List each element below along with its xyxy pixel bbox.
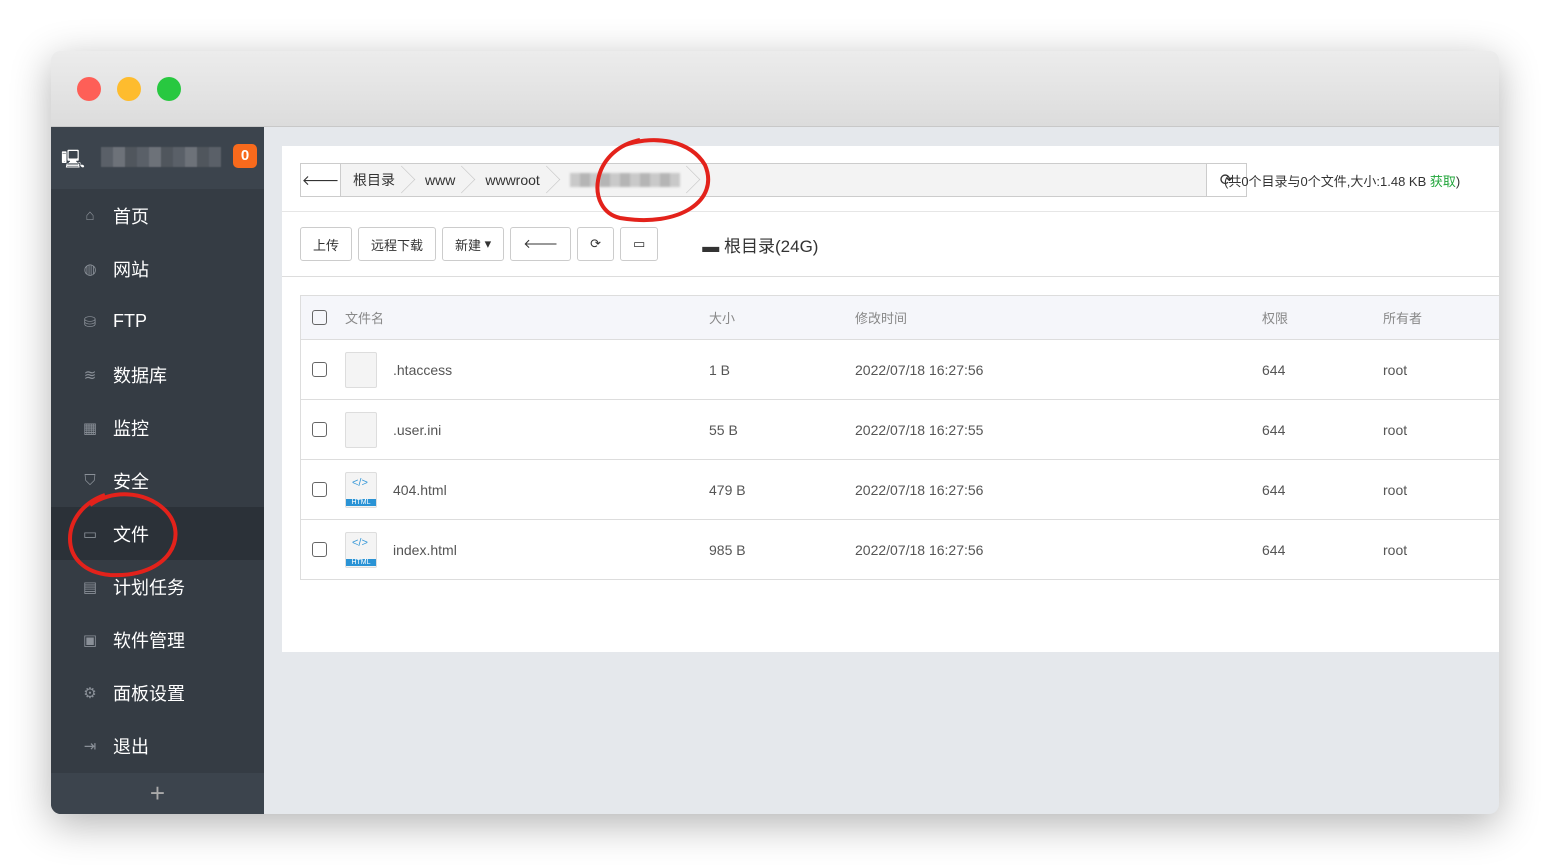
apps-icon: ▣ bbox=[82, 631, 98, 649]
terminal-icon[interactable]: ▭ bbox=[619, 227, 659, 261]
file-owner: root bbox=[1383, 481, 1408, 498]
file-mtime: 2022/07/18 16:27:56 bbox=[855, 541, 984, 558]
minimize-button[interactable] bbox=[117, 77, 141, 101]
file-permission[interactable]: 644 bbox=[1262, 362, 1383, 378]
table-header: 文件名 大小 修改时间 权限 所有者 bbox=[301, 296, 1499, 339]
hdd-icon: ▬ bbox=[702, 236, 720, 256]
add-button[interactable]: + bbox=[51, 773, 264, 814]
home-icon: ⌂ bbox=[85, 207, 95, 224]
globe-icon: ◍ bbox=[83, 260, 97, 278]
sidebar-item-1[interactable]: ◍ 网站 bbox=[51, 242, 264, 295]
file-owner: root bbox=[1383, 421, 1408, 438]
sidebar-item-label: 安全 bbox=[113, 471, 149, 492]
disk-root[interactable]: ▬ 根目录(24G) bbox=[702, 232, 818, 257]
crumb-redacted[interactable] bbox=[558, 164, 698, 196]
back-arrow-icon[interactable]: 🡐 bbox=[510, 227, 572, 261]
table-row[interactable]: .htaccess 1 B 2022/07/18 16:27:56 644 ro… bbox=[301, 339, 1499, 399]
sidebar-item-label: 网站 bbox=[113, 259, 149, 280]
server-name-redacted bbox=[101, 147, 221, 167]
monitor-icon: ▦ bbox=[82, 419, 98, 437]
sidebar-item-label: 退出 bbox=[113, 736, 149, 757]
file-size: 479 B bbox=[709, 481, 746, 498]
sidebar-item-label: 软件管理 bbox=[113, 630, 185, 651]
sidebar-item-label: 监控 bbox=[113, 418, 149, 439]
monitor-icon: 🖳 bbox=[61, 149, 86, 169]
file-permission[interactable]: 644 bbox=[1262, 422, 1383, 438]
crumb-wwwroot[interactable]: wwwroot bbox=[473, 164, 557, 196]
sidebar-item-0[interactable]: ⌂ 首页 bbox=[51, 189, 264, 242]
toolbar: 上传 远程下载 新建 ▾ 🡐 ⟳ ▭ ▬ 根目录(24G) bbox=[300, 227, 818, 261]
file-permission[interactable]: 644 bbox=[1262, 482, 1383, 498]
close-button[interactable] bbox=[77, 77, 101, 101]
file-mtime: 2022/07/18 16:27:56 bbox=[855, 481, 984, 498]
new-dropdown-button[interactable]: 新建 ▾ bbox=[442, 227, 505, 261]
select-all-checkbox[interactable] bbox=[312, 310, 327, 325]
file-name[interactable]: index.html bbox=[393, 542, 457, 558]
html-file-icon: </> HTML bbox=[345, 531, 377, 568]
row-checkbox[interactable] bbox=[312, 542, 327, 557]
file-manager-panel: 🡐 根目录 www wwwroot ⟳ (共0个目录与0个文件,大小:1.48 … bbox=[282, 146, 1499, 652]
file-icon bbox=[345, 411, 377, 448]
file-name[interactable]: .htaccess bbox=[393, 362, 452, 378]
sidebar-item-label: 首页 bbox=[113, 206, 149, 227]
sidebar-item-9[interactable]: ⚙ 面板设置 bbox=[51, 666, 264, 719]
dir-info: (共0个目录与0个文件,大小:1.48 KB 获取) bbox=[1224, 174, 1461, 189]
file-size: 985 B bbox=[709, 541, 746, 558]
app-window: 🖳 0 ⌂ 首页 ◍ 网站 ⛁ FTP ≋ 数据库 ▦ 监控 ⛉ 安全 ▭ 文件 ▤ 计划任务 ▣ 软件管理 ⚙ 面板… bbox=[51, 51, 1499, 814]
file-owner: root bbox=[1383, 541, 1408, 558]
sidebar-item-4[interactable]: ▦ 监控 bbox=[51, 401, 264, 454]
html-file-icon: </> HTML bbox=[345, 471, 377, 508]
sidebar-item-label: 面板设置 bbox=[113, 683, 185, 704]
calendar-icon: ▤ bbox=[82, 578, 98, 596]
get-size-link[interactable]: 获取 bbox=[1430, 174, 1456, 189]
file-name[interactable]: .user.ini bbox=[393, 422, 441, 438]
sidebar-item-10[interactable]: ⇥ 退出 bbox=[51, 719, 264, 772]
server-header: 🖳 0 bbox=[51, 127, 264, 189]
path-bar[interactable]: 🡐 根目录 www wwwroot ⟳ bbox=[300, 163, 1247, 197]
logout-icon: ⇥ bbox=[83, 737, 97, 755]
sidebar-item-2[interactable]: ⛁ FTP bbox=[51, 295, 264, 348]
crumb-www[interactable]: www bbox=[413, 164, 473, 196]
gear-icon: ⚙ bbox=[83, 684, 97, 702]
table-row[interactable]: </> HTML 404.html 479 B 2022/07/18 16:27:5… bbox=[301, 459, 1499, 519]
maximize-button[interactable] bbox=[157, 77, 181, 101]
row-checkbox[interactable] bbox=[312, 362, 327, 377]
folder-icon: ▭ bbox=[82, 525, 98, 543]
file-size: 55 B bbox=[709, 421, 738, 438]
file-owner: root bbox=[1383, 361, 1408, 378]
sidebar-item-label: 数据库 bbox=[113, 365, 167, 386]
row-checkbox[interactable] bbox=[312, 422, 327, 437]
file-icon bbox=[345, 351, 377, 388]
crumb-root[interactable]: 根目录 bbox=[341, 164, 413, 196]
back-arrow-icon[interactable]: 🡐 bbox=[301, 164, 341, 196]
file-mtime: 2022/07/18 16:27:55 bbox=[855, 421, 984, 438]
ftp-icon: ⛁ bbox=[83, 313, 97, 331]
sidebar-item-5[interactable]: ⛉ 安全 bbox=[51, 454, 264, 507]
table-row[interactable]: .user.ini 55 B 2022/07/18 16:27:55 644 r… bbox=[301, 399, 1499, 459]
sidebar-item-label: FTP bbox=[113, 311, 147, 331]
sidebar-item-7[interactable]: ▤ 计划任务 bbox=[51, 560, 264, 613]
sidebar-menu: ⌂ 首页 ◍ 网站 ⛁ FTP ≋ 数据库 ▦ 监控 ⛉ 安全 ▭ 文件 ▤ 计划任务 ▣ 软件管理 ⚙ 面板设置 ⇥ 退… bbox=[51, 189, 264, 772]
table-row[interactable]: </> HTML index.html 985 B 2022/07/18 16:27… bbox=[301, 519, 1499, 579]
notification-badge[interactable]: 0 bbox=[233, 144, 257, 168]
file-name[interactable]: 404.html bbox=[393, 482, 447, 498]
sidebar-item-label: 计划任务 bbox=[113, 577, 185, 598]
sidebar: 🖳 0 ⌂ 首页 ◍ 网站 ⛁ FTP ≋ 数据库 ▦ 监控 ⛉ 安全 ▭ 文件 ▤ 计划任务 ▣ 软件管理 ⚙ 面板… bbox=[51, 127, 264, 814]
file-permission[interactable]: 644 bbox=[1262, 542, 1383, 558]
refresh-icon[interactable]: ⟳ bbox=[577, 227, 614, 261]
remote-download-button[interactable]: 远程下载 bbox=[358, 227, 437, 261]
file-size: 1 B bbox=[709, 361, 731, 378]
sidebar-item-6[interactable]: ▭ 文件 bbox=[51, 507, 264, 560]
sidebar-item-3[interactable]: ≋ 数据库 bbox=[51, 348, 264, 401]
file-mtime: 2022/07/18 16:27:56 bbox=[855, 361, 984, 378]
sidebar-item-8[interactable]: ▣ 软件管理 bbox=[51, 613, 264, 666]
upload-button[interactable]: 上传 bbox=[300, 227, 353, 261]
file-table: 文件名 大小 修改时间 权限 所有者 .htaccess 1 B 2022/07… bbox=[300, 295, 1499, 580]
row-checkbox[interactable] bbox=[312, 482, 327, 497]
database-icon: ≋ bbox=[83, 366, 97, 384]
sidebar-item-label: 文件 bbox=[113, 524, 149, 545]
title-bar bbox=[51, 51, 1499, 127]
shield-icon: ⛉ bbox=[84, 472, 96, 489]
